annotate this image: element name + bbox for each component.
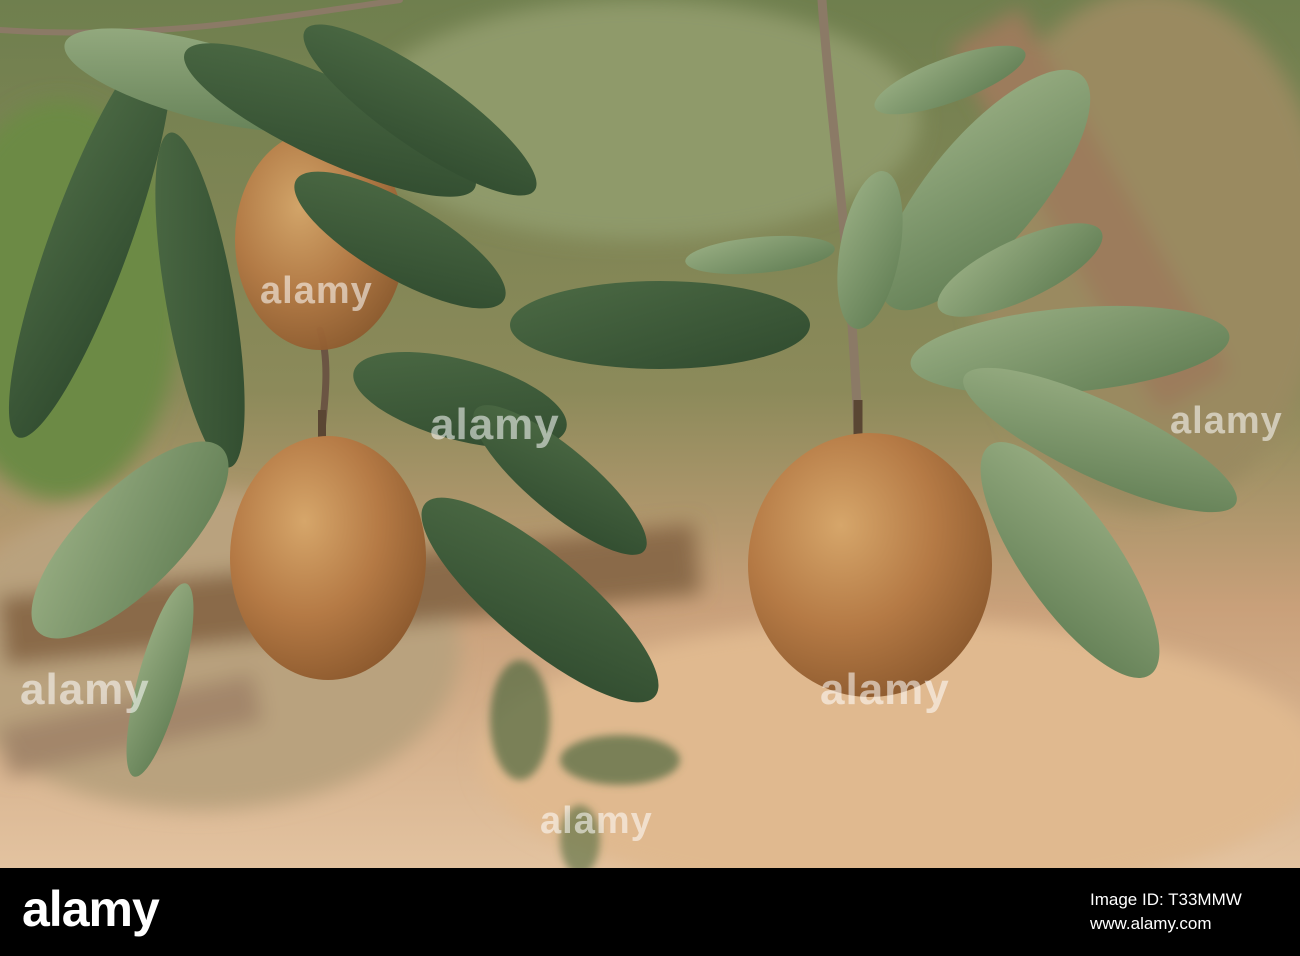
photo-sapodilla [0,0,1300,868]
image-id-label: Image ID: T33MMW [1090,890,1242,909]
footer-bar: alamy Image ID: T33MMW www.alamy.com [0,868,1300,956]
site-url: www.alamy.com [1090,914,1212,933]
alamy-logo: alamy [22,881,160,937]
